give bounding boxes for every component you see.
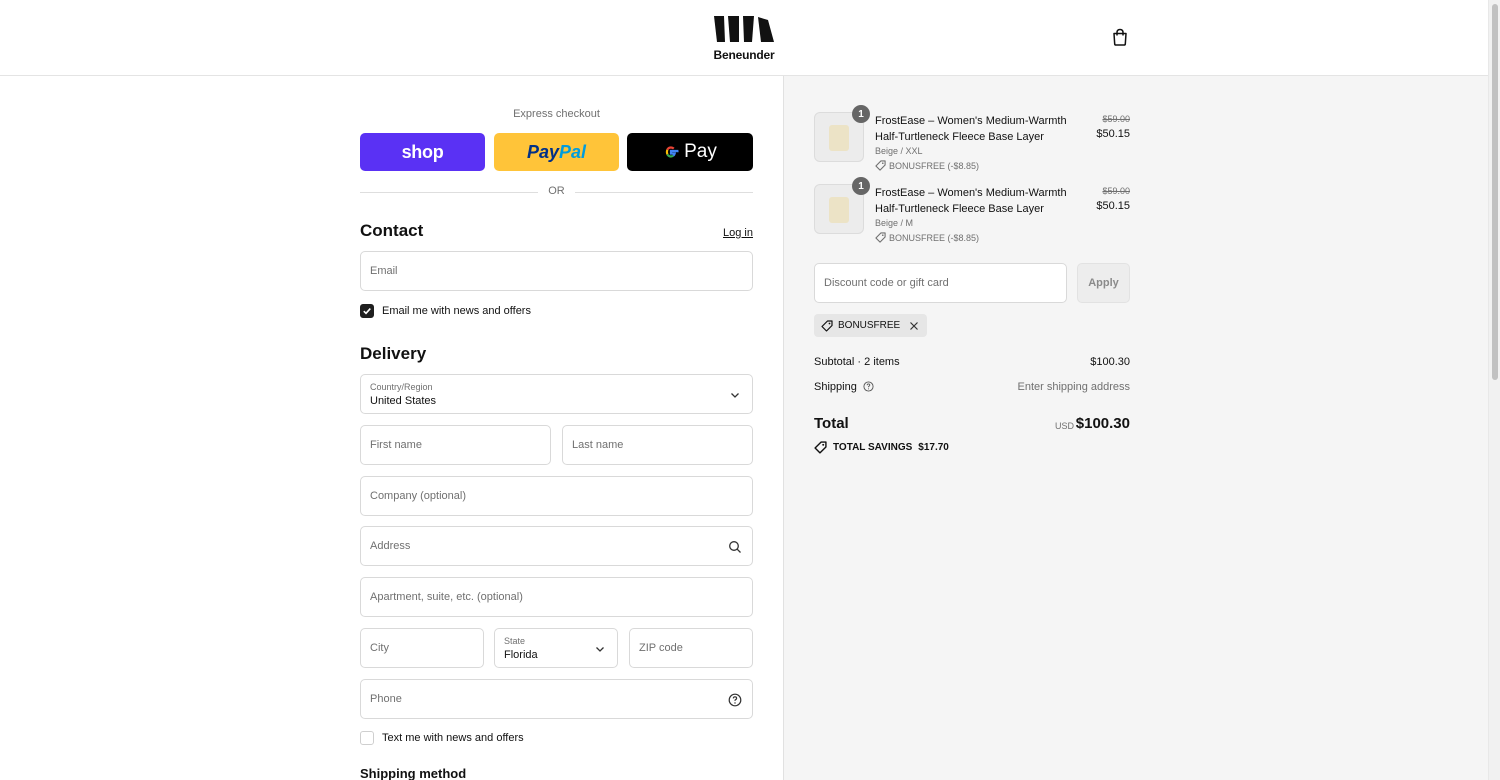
help-circle-icon[interactable]	[863, 381, 874, 392]
google-pay-label: Pay	[684, 141, 717, 162]
email-news-checkbox[interactable]	[360, 304, 374, 318]
brand-logo[interactable]: Beneunder	[712, 14, 776, 62]
company-field[interactable]: Company (optional)	[360, 476, 753, 516]
email-placeholder: Email	[370, 265, 398, 277]
subtotal-row: Subtotal · 2 items $100.30	[814, 356, 1130, 368]
item-variant: Beige / XXL	[875, 146, 923, 156]
zip-code-placeholder: ZIP code	[639, 642, 683, 654]
item-discount: BONUSFREE (-$8.85)	[875, 160, 979, 171]
text-news-checkbox[interactable]	[360, 731, 374, 745]
email-field[interactable]: Email	[360, 251, 753, 291]
first-name-placeholder: First name	[370, 439, 422, 451]
paypal-label-part1: Pay	[526, 141, 559, 162]
subtotal-label: Subtotal · 2 items	[814, 356, 900, 368]
shipping-label: Shipping	[814, 381, 857, 393]
total-savings: TOTAL SAVINGS $17.70	[814, 441, 949, 454]
company-placeholder: Company (optional)	[370, 490, 466, 502]
header: Beneunder	[0, 0, 1488, 76]
original-price: $59.00	[1102, 186, 1130, 196]
shipping-row: Shipping Enter shipping address	[814, 381, 1130, 393]
phone-placeholder: Phone	[370, 693, 402, 705]
apartment-field[interactable]: Apartment, suite, etc. (optional)	[360, 577, 753, 617]
item-discount: BONUSFREE (-$8.85)	[875, 232, 979, 243]
state-select[interactable]: State Florida	[494, 628, 618, 668]
applied-discount-chip: BONUSFREE	[814, 314, 928, 337]
email-news-label: Email me with news and offers	[382, 305, 531, 317]
first-name-field[interactable]: First name	[360, 425, 551, 465]
total-savings-value: $17.70	[918, 442, 949, 453]
state-value: Florida	[504, 649, 538, 661]
quantity-badge: 1	[852, 177, 870, 195]
item-discount-text: BONUSFREE (-$8.85)	[889, 160, 980, 171]
shop-pay-button[interactable]: shop	[360, 133, 485, 171]
google-g-icon	[665, 146, 679, 158]
checkmark-icon	[363, 308, 371, 315]
or-label: OR	[548, 185, 565, 197]
tag-icon	[821, 319, 833, 332]
total-savings-label: TOTAL SAVINGS	[833, 442, 913, 453]
total-label: Total	[814, 415, 849, 432]
order-summary: 1 FrostEase – Women's Medium-Warmth Half…	[783, 76, 1488, 780]
page-scrollbar[interactable]	[1488, 0, 1500, 780]
text-news-checkbox-row[interactable]: Text me with news and offers	[360, 730, 524, 746]
total-row: Total USD $100.30	[814, 414, 1130, 434]
shipping-method-heading: Shipping method	[360, 766, 467, 780]
shop-pay-label: shop	[401, 141, 444, 162]
subtotal-value: $100.30	[1090, 356, 1130, 368]
or-divider: OR	[360, 184, 753, 200]
paypal-button[interactable]: Pay Pal	[494, 133, 619, 171]
state-label: State	[504, 636, 526, 646]
apartment-placeholder: Apartment, suite, etc. (optional)	[370, 591, 523, 603]
city-field[interactable]: City	[360, 628, 484, 668]
country-select[interactable]: Country/Region United States	[360, 374, 753, 414]
chevron-down-icon	[731, 393, 739, 398]
chevron-down-icon	[596, 647, 604, 652]
log-in-link[interactable]: Log in	[723, 227, 753, 239]
tag-icon	[814, 441, 827, 454]
currency-code: USD	[1054, 421, 1074, 431]
delivery-heading: Delivery	[360, 344, 427, 363]
discount-code-placeholder: Discount code or gift card	[824, 277, 949, 289]
item-variant: Beige / M	[875, 218, 914, 228]
apply-discount-button[interactable]: Apply	[1077, 263, 1130, 303]
zip-code-field[interactable]: ZIP code	[629, 628, 753, 668]
quantity-badge: 1	[852, 105, 870, 123]
paypal-label-part2: Pal	[559, 141, 587, 162]
city-placeholder: City	[370, 642, 389, 654]
item-price: $50.15	[1096, 128, 1130, 140]
applied-discount-code: BONUSFREE	[838, 320, 901, 331]
phone-field[interactable]: Phone	[360, 679, 753, 719]
country-value: United States	[370, 395, 437, 407]
logo-mark-icon	[714, 16, 774, 42]
address-placeholder: Address	[370, 540, 411, 552]
cart-item: 1 FrostEase – Women's Medium-Warmth Half…	[814, 177, 1130, 248]
search-icon[interactable]	[728, 540, 742, 554]
last-name-placeholder: Last name	[572, 439, 624, 451]
item-title: FrostEase – Women's Medium-Warmth Half-T…	[875, 115, 1067, 143]
google-pay-button[interactable]: Pay	[627, 133, 753, 171]
country-label: Country/Region	[370, 382, 433, 392]
close-icon[interactable]	[909, 321, 919, 331]
item-price: $50.15	[1096, 200, 1130, 212]
email-news-checkbox-row[interactable]: Email me with news and offers	[360, 303, 531, 319]
help-circle-icon[interactable]	[728, 693, 742, 707]
discount-code-input[interactable]: Discount code or gift card	[814, 263, 1067, 303]
item-title: FrostEase – Women's Medium-Warmth Half-T…	[875, 187, 1067, 215]
express-checkout-label: Express checkout	[513, 108, 600, 120]
text-news-label: Text me with news and offers	[382, 732, 524, 744]
tag-icon	[875, 232, 886, 243]
item-discount-text: BONUSFREE (-$8.85)	[889, 232, 980, 243]
original-price: $59.00	[1102, 114, 1130, 124]
scrollbar-thumb[interactable]	[1492, 4, 1498, 380]
address-field[interactable]: Address	[360, 526, 753, 566]
last-name-field[interactable]: Last name	[562, 425, 753, 465]
total-amount: $100.30	[1075, 415, 1130, 432]
shipping-value: Enter shipping address	[1017, 381, 1130, 393]
cart-item: 1 FrostEase – Women's Medium-Warmth Half…	[814, 105, 1130, 176]
contact-heading: Contact	[360, 221, 424, 240]
tag-icon	[875, 160, 886, 171]
shopping-bag-icon[interactable]	[1110, 27, 1130, 47]
brand-name: Beneunder	[713, 48, 775, 62]
